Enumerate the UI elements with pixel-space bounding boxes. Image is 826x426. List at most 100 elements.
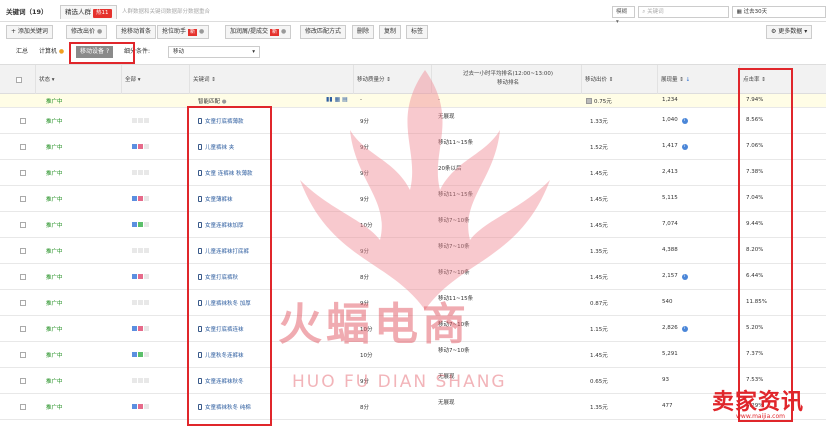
site-watermark: 卖家资讯 (712, 390, 805, 415)
row-checkbox[interactable] (20, 274, 26, 280)
quality-score: 9分 (360, 119, 369, 125)
mobile-bid[interactable]: 0.87元 (590, 299, 608, 307)
row-checkbox[interactable] (20, 222, 26, 228)
filter-computer[interactable]: 计算机 ● (39, 46, 64, 58)
header-all[interactable]: 全部 ▾ (122, 65, 190, 95)
row-checkbox[interactable] (20, 144, 26, 150)
new-badge: 新 (188, 29, 198, 36)
row-checkbox[interactable] (20, 248, 26, 254)
smart-bid[interactable]: 0.75元 (586, 97, 612, 105)
keyword-link[interactable]: 女童裤袜秋冬 纯棉 (198, 403, 251, 411)
info-circle-icon: ● (199, 28, 205, 35)
impressions-value: 1,417 (662, 143, 678, 149)
rank-assistant-button[interactable]: 抢位助手新 ● (157, 25, 210, 39)
table-row: 推广中 女童 连裤袜 秋薄款 9分 20条以后 1.45元 2,413 7.38% (0, 160, 826, 186)
status-text: 推广中 (46, 405, 63, 411)
keyword-link[interactable]: 女童连裤袜秋冬 (198, 377, 244, 385)
mobile-bid[interactable]: 1.35元 (590, 403, 608, 411)
smart-quality: - (360, 97, 362, 103)
info-icon[interactable]: i (681, 326, 688, 332)
tab-keywords-count: （19） (25, 8, 48, 16)
row-checkbox[interactable] (20, 326, 26, 332)
smart-match-keyword[interactable]: 智能匹配 ● (198, 97, 227, 105)
row-checkbox[interactable] (20, 378, 26, 384)
tab-crowd[interactable]: 精选人群 热11 (60, 5, 117, 19)
more-data-label: 更多数据 (778, 28, 803, 35)
mobile-phone-icon (198, 222, 202, 228)
filter-summary[interactable]: 汇总 (16, 46, 28, 58)
mobile-bid[interactable]: 1.45元 (590, 169, 608, 177)
keyword-link[interactable]: 儿童裤袜秋冬 加厚 (198, 299, 251, 307)
quality-score: 10分 (360, 223, 373, 229)
sort-desc-icon: ↓ (685, 77, 691, 83)
chart-icons[interactable]: ▮▮ ▦ ▤ (326, 96, 348, 103)
platform-indicator (132, 378, 137, 383)
boost-button[interactable]: 加润屑/提成交新 ● (225, 25, 292, 39)
mobile-bid[interactable]: 1.45元 (590, 273, 608, 281)
mobile-bid[interactable]: 1.33元 (590, 117, 608, 125)
impressions-value: 2,157 (662, 273, 678, 279)
split-condition-select[interactable]: 移动 ▾ (168, 46, 260, 58)
mobile-bid[interactable]: 1.35元 (590, 247, 608, 255)
copy-button[interactable]: 复制 (379, 25, 402, 39)
mobile-bid[interactable]: 0.65元 (590, 377, 608, 385)
mobile-bid[interactable]: 1.45元 (590, 221, 608, 229)
header-ctr[interactable]: 点击率 ⇕ (740, 65, 826, 95)
header-keyword[interactable]: 关键词 ⇕ (190, 65, 354, 95)
header-bid[interactable]: 移动出价 ⇕ (582, 65, 658, 95)
info-icon[interactable]: i (681, 274, 688, 280)
info-icon[interactable]: i (681, 144, 688, 150)
header-impressions[interactable]: 展现量 ⇕ ↓ (658, 65, 740, 95)
delete-button[interactable]: 删除 (352, 25, 375, 39)
row-checkbox[interactable] (20, 404, 26, 410)
mobile-rank: 移动11~15条 (438, 140, 474, 146)
ctr-value: 5.20% (746, 325, 764, 331)
watermark-brand-subtext: HUO FU DIAN SHANG (292, 372, 507, 392)
add-keyword-button[interactable]: + 添加关键词 (6, 25, 53, 39)
keyword-link[interactable]: 女童打底裤秋 (198, 273, 238, 281)
keyword-text: 儿童裤袜 夹 (205, 145, 235, 151)
mobile-phone-icon (198, 274, 202, 280)
impressions-cell: 4,388 (662, 247, 678, 253)
keyword-link[interactable]: 儿童裤袜 夹 (198, 143, 234, 151)
keyword-link[interactable]: 女童打底裤连袜 (198, 325, 244, 333)
tag-button[interactable]: 标签 (406, 25, 429, 39)
header-quality[interactable]: 移动质量分 ⇕ (354, 65, 432, 95)
help-icon: ? (105, 48, 110, 55)
select-all-checkbox[interactable] (16, 77, 22, 83)
keyword-link[interactable]: 儿童连裤袜打底裤 (198, 247, 249, 255)
header-status[interactable]: 状态 ▾ (36, 65, 122, 95)
platform-indicator (144, 274, 149, 279)
match-select[interactable]: 模糊 ▾ (612, 6, 636, 25)
impressions-value: 477 (662, 403, 673, 409)
mobile-phone-icon (198, 170, 202, 176)
keyword-link[interactable]: 女童 连裤袜 秋薄款 (198, 169, 253, 177)
mobile-bid[interactable]: 1.45元 (590, 195, 608, 203)
mobile-bid[interactable]: 1.15元 (590, 325, 608, 333)
info-icon[interactable]: i (681, 118, 688, 124)
keyword-link[interactable]: 女童打底裤薄款 (198, 117, 244, 125)
mobile-bid[interactable]: 1.52元 (590, 143, 608, 151)
keyword-link[interactable]: 儿童秋冬连裤袜 (198, 351, 244, 359)
keyword-link[interactable]: 女童薄裤袜 (198, 195, 233, 203)
filter-mobile[interactable]: 移动设备 ? (76, 46, 114, 58)
platform-indicator (138, 326, 143, 331)
row-checkbox[interactable] (20, 196, 26, 202)
date-range-select[interactable]: ▦ 过去30天 (731, 6, 826, 18)
keyword-search-input[interactable]: ⌕ 关键词 (638, 6, 729, 18)
row-checkbox[interactable] (20, 352, 26, 358)
row-checkbox[interactable] (20, 300, 26, 306)
platform-indicator (144, 404, 149, 409)
modify-match-button[interactable]: 修改匹配方式 (300, 25, 347, 39)
modify-bid-button[interactable]: 修改出价 ● (66, 25, 108, 39)
tab-keywords[interactable]: 关键词（19） (6, 6, 54, 18)
row-checkbox[interactable] (20, 118, 26, 124)
new-badge: 新 (270, 29, 280, 36)
split-condition-label: 细分条件: (124, 48, 151, 55)
mobile-bid[interactable]: 1.45元 (590, 351, 608, 359)
impressions-cell: 477 (662, 403, 673, 409)
keyword-link[interactable]: 女童连裤袜加厚 (198, 221, 244, 229)
row-checkbox[interactable] (20, 170, 26, 176)
grab-mobile-first-button[interactable]: 抢移动首条 (116, 25, 157, 39)
more-data-button[interactable]: ⚙ 更多数据 ▾ (766, 25, 813, 39)
